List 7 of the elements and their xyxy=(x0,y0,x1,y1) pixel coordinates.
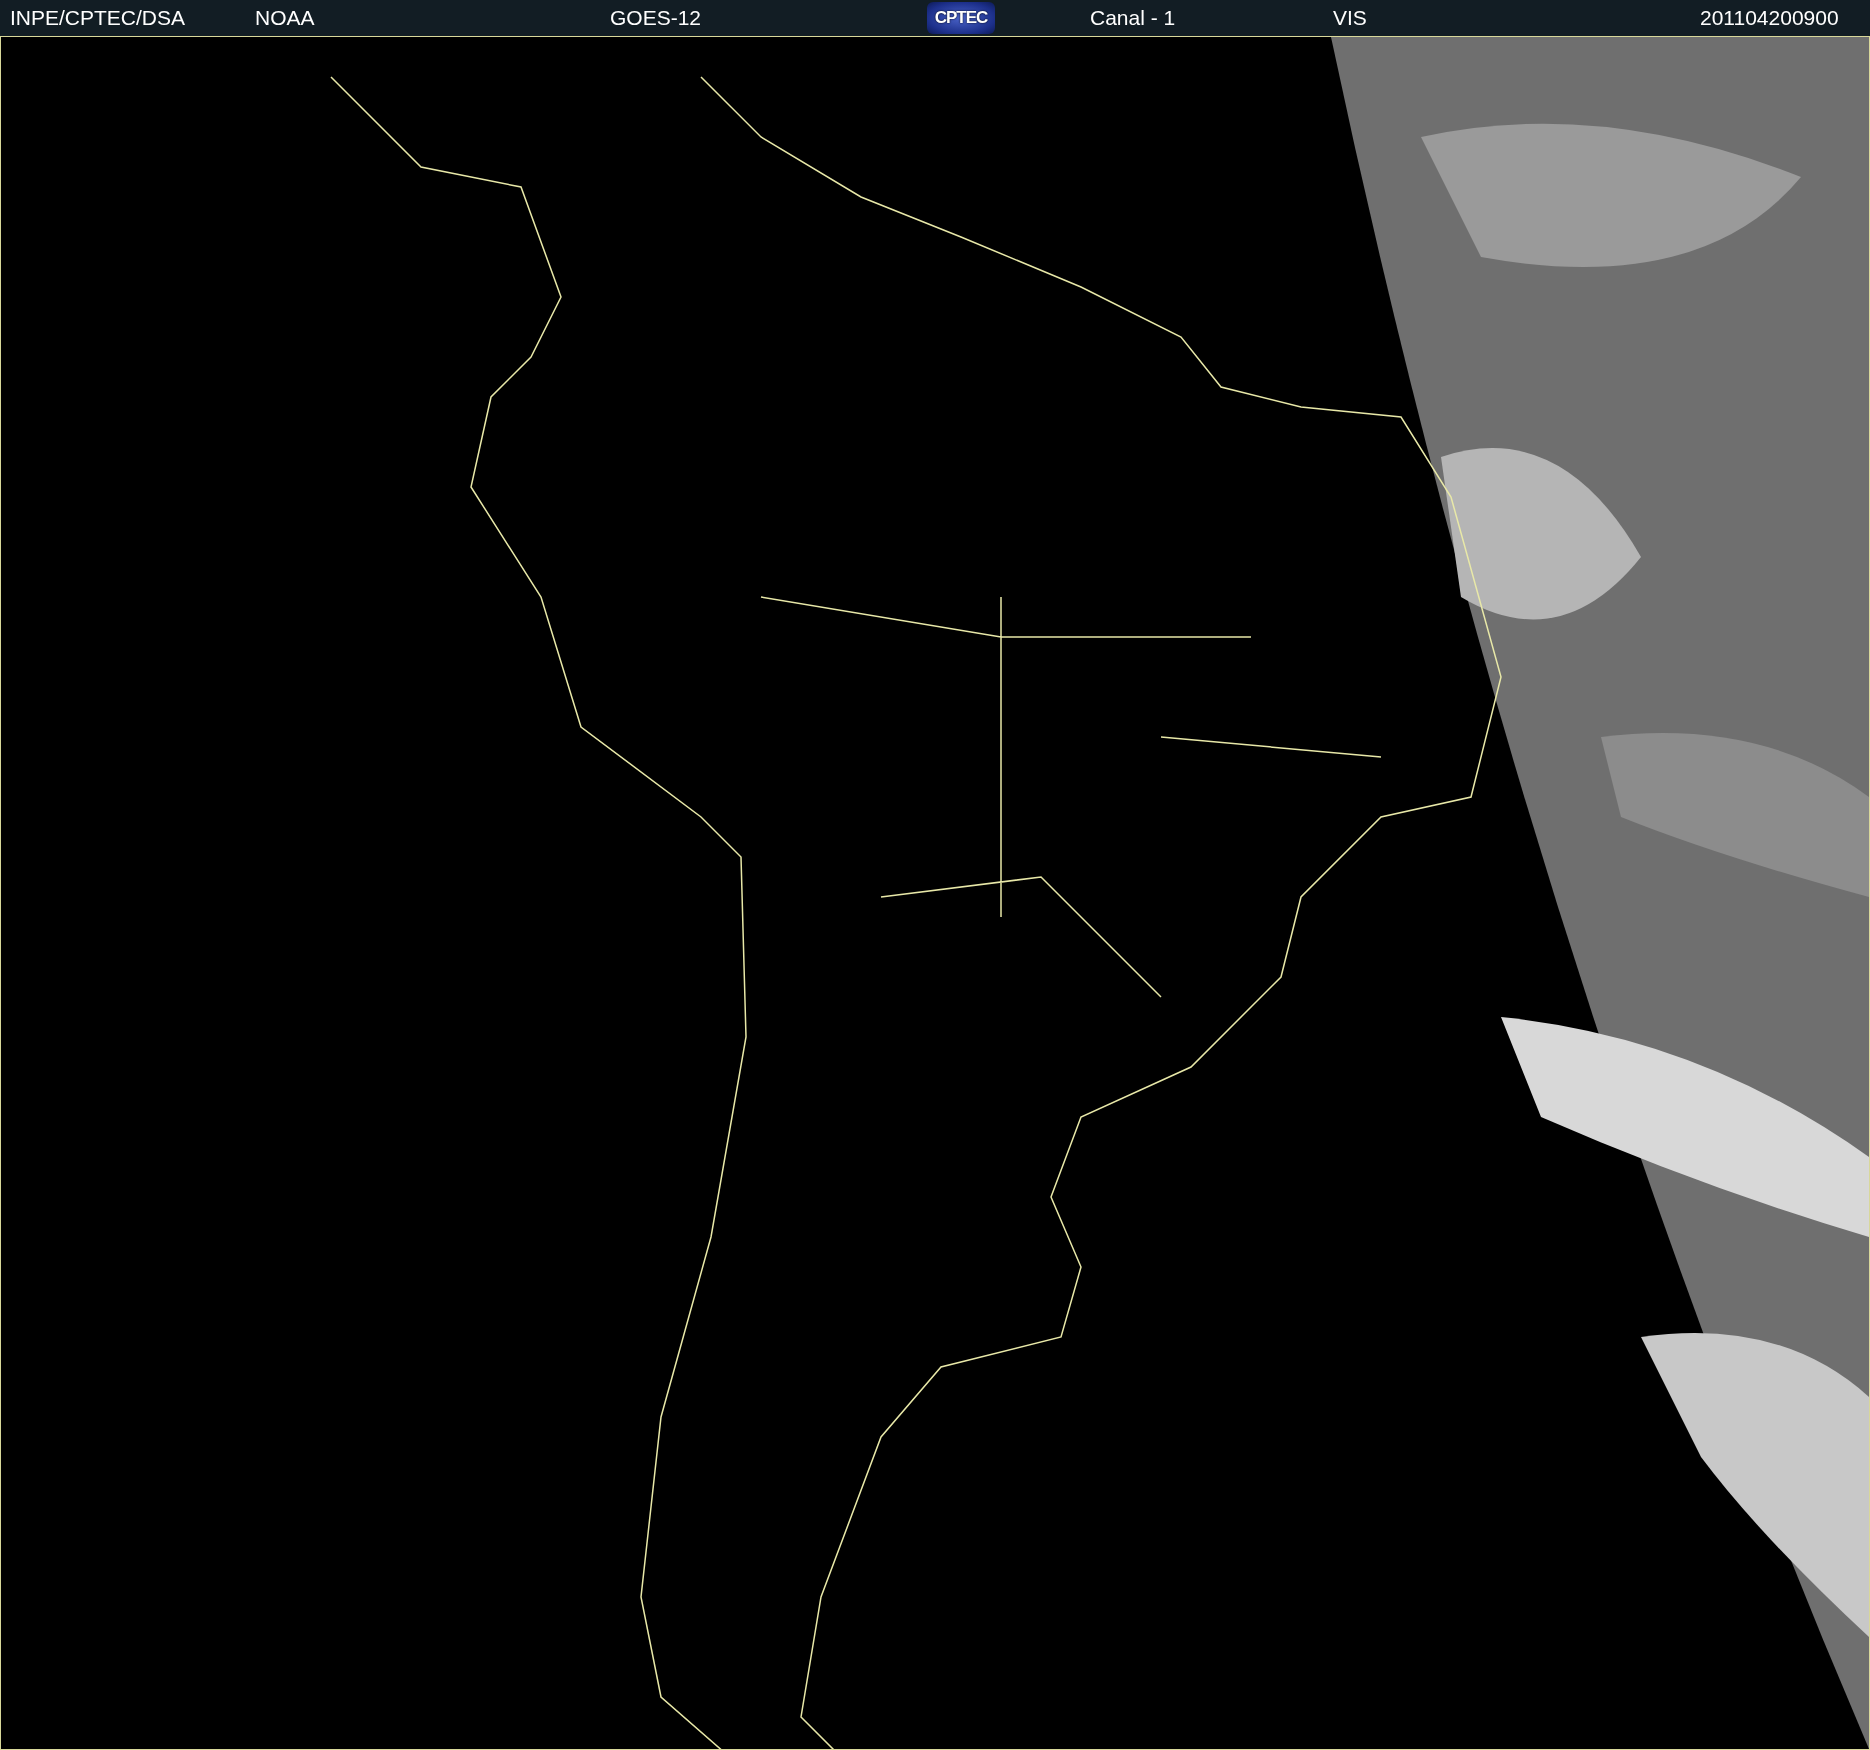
header-label: Canal - 1 xyxy=(1090,6,1177,30)
logo: CPTEC xyxy=(927,2,995,34)
header-label: NOAA xyxy=(255,6,316,30)
header-label: INPE/CPTEC/DSA xyxy=(10,6,187,30)
header-label: 201104200900 xyxy=(1700,6,1840,30)
header-label: GOES-12 xyxy=(610,6,703,30)
header-label: VIS xyxy=(1333,6,1368,30)
